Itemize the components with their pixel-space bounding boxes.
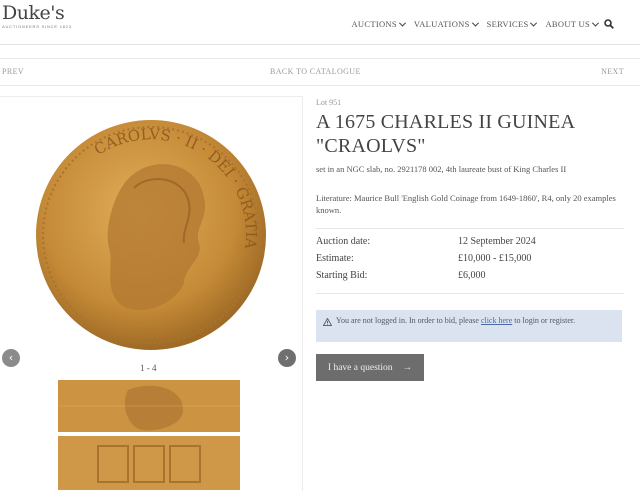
gallery-counter: 1 - 4 bbox=[140, 363, 157, 373]
nav-label: ABOUT US bbox=[545, 19, 590, 29]
ask-question-button[interactable]: I have a question → bbox=[316, 354, 424, 381]
detail-label: Estimate: bbox=[316, 253, 354, 264]
gallery-next-button[interactable]: › bbox=[278, 349, 296, 367]
chevron-down-icon bbox=[591, 19, 600, 27]
nav-label: SERVICES bbox=[486, 19, 529, 29]
chevron-down-icon bbox=[471, 19, 479, 27]
detail-label: Starting Bid: bbox=[316, 270, 368, 281]
site-header: Duke's AUCTIONEERS SINCE 1823 AUCTIONS V… bbox=[0, 0, 640, 45]
nav-about-us[interactable]: ABOUT US bbox=[545, 19, 600, 29]
detail-row-estimate: Estimate: £10,000 - £15,000 bbox=[316, 253, 616, 270]
nav-valuations[interactable]: VALUATIONS bbox=[413, 19, 479, 29]
lot-literature: Literature: Maurice Bull 'English Gold C… bbox=[316, 193, 616, 215]
arrow-right-icon: → bbox=[402, 362, 413, 373]
divider bbox=[316, 293, 624, 294]
nav-auctions[interactable]: AUCTIONS bbox=[351, 19, 406, 29]
chevron-down-icon bbox=[530, 19, 538, 27]
detail-value: 12 September 2024 bbox=[458, 236, 536, 247]
lot-title: A 1675 CHARLES II GUINEA "CRAOLVS" bbox=[316, 111, 575, 157]
detail-row-starting-bid: Starting Bid: £6,000 bbox=[316, 270, 616, 287]
lot-description: set in an NGC slab, no. 2921178 002, 4th… bbox=[316, 164, 567, 174]
back-to-catalogue-link[interactable]: BACK TO CATALOGUE bbox=[270, 67, 361, 76]
logo-tagline: AUCTIONEERS SINCE 1823 bbox=[2, 24, 72, 29]
detail-row-auction-date: Auction date: 12 September 2024 bbox=[316, 236, 616, 253]
site-logo[interactable]: Duke's bbox=[2, 2, 65, 24]
detail-value: £6,000 bbox=[458, 270, 486, 281]
auction-details: Auction date: 12 September 2024 Estimate… bbox=[316, 236, 616, 287]
main-nav: AUCTIONS VALUATIONS SERVICES ABOUT US bbox=[351, 19, 600, 29]
login-notice: You are not logged in. In order to bid, … bbox=[316, 310, 622, 342]
prev-lot-link[interactable]: PREV bbox=[2, 67, 24, 76]
coin-main-image[interactable]: CAROLVS · II · DEI · GRATIA bbox=[34, 118, 268, 352]
notice-text-end: to login or register. bbox=[512, 316, 576, 325]
search-icon[interactable] bbox=[604, 19, 614, 29]
detail-label: Auction date: bbox=[316, 236, 371, 247]
warning-icon bbox=[323, 318, 332, 326]
gallery-prev-button[interactable]: ‹ bbox=[2, 349, 20, 367]
coin-thumbnail-reverse[interactable] bbox=[58, 436, 240, 490]
nav-label: AUCTIONS bbox=[351, 19, 397, 29]
nav-services[interactable]: SERVICES bbox=[486, 19, 538, 29]
coin-thumbnail-obverse[interactable] bbox=[58, 380, 240, 432]
nav-label: VALUATIONS bbox=[413, 19, 470, 29]
lot-number: Lot 951 bbox=[316, 98, 342, 107]
login-link[interactable]: click here bbox=[481, 316, 512, 325]
next-lot-link[interactable]: NEXT bbox=[601, 67, 624, 76]
lot-navigation: PREV BACK TO CATALOGUE NEXT bbox=[0, 58, 640, 86]
button-label: I have a question bbox=[327, 362, 393, 373]
chevron-down-icon bbox=[398, 19, 406, 27]
divider bbox=[316, 228, 624, 229]
detail-value: £10,000 - £15,000 bbox=[458, 253, 532, 264]
notice-text: You are not logged in. In order to bid, … bbox=[336, 316, 481, 325]
